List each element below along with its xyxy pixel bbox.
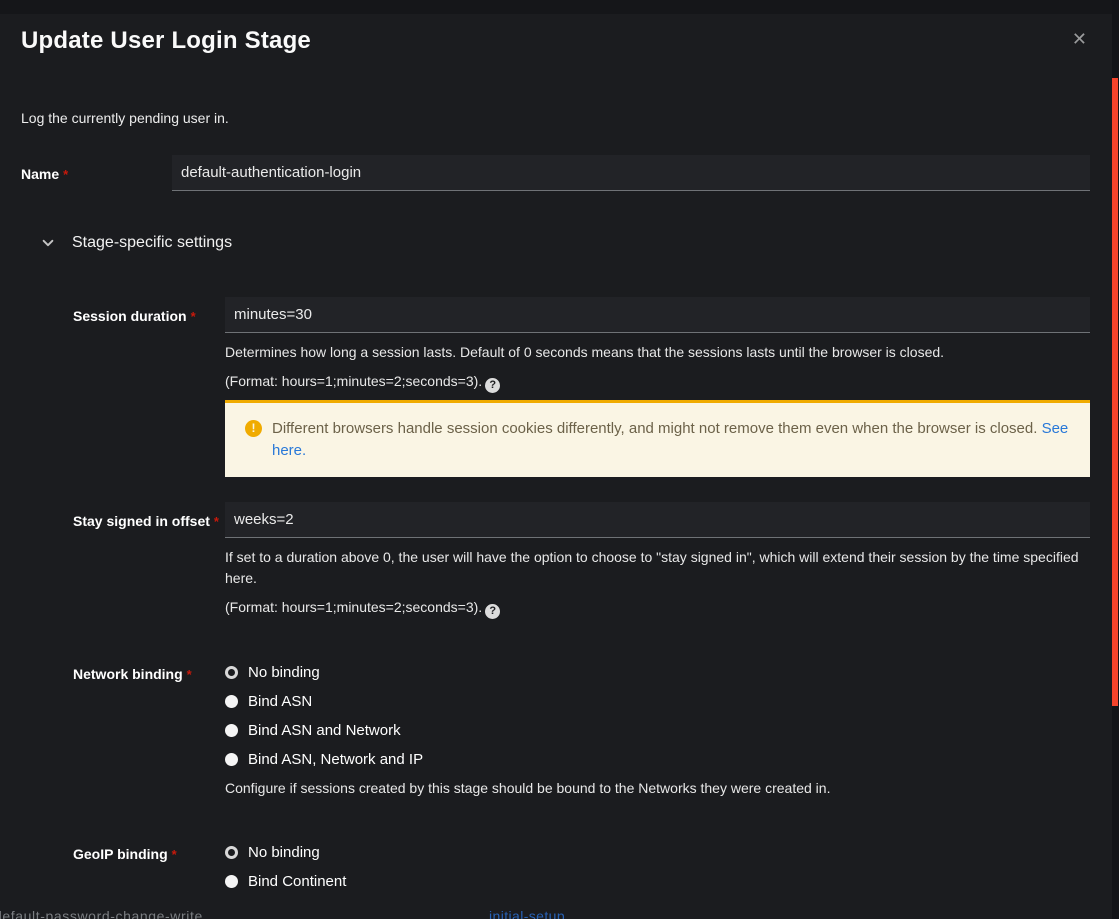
- radio-selected-icon[interactable]: [225, 846, 238, 859]
- stay-signed-in-offset-format-help: (Format: hours=1;minutes=2;seconds=3).?: [225, 597, 1090, 619]
- radio-bind-asn-network[interactable]: Bind ASN and Network: [225, 716, 1090, 745]
- question-circle-icon[interactable]: ?: [485, 604, 501, 619]
- radio-bind-asn-network-ip[interactable]: Bind ASN, Network and IP: [225, 745, 1090, 774]
- radio-selected-icon[interactable]: [225, 666, 238, 679]
- geoip-binding-row: GeoIP binding * No binding Bind Continent: [73, 835, 1090, 896]
- required-marker: *: [63, 167, 69, 182]
- session-duration-help: Determines how long a session lasts. Def…: [225, 344, 945, 360]
- required-marker: *: [190, 309, 196, 324]
- geoip-binding-label: GeoIP binding *: [73, 846, 177, 862]
- scrollbar-thumb[interactable]: [1112, 78, 1118, 706]
- background-row-text: default-password-change-write: [0, 908, 203, 919]
- radio-geoip-no-binding[interactable]: No binding: [225, 838, 1090, 867]
- update-user-login-stage-modal: Update User Login Stage ✕ Log the curren…: [0, 0, 1119, 919]
- required-marker: *: [213, 514, 219, 529]
- background-row-link: initial-setup: [489, 908, 566, 919]
- page-title: Update User Login Stage: [21, 27, 311, 54]
- name-field-wrap: [172, 155, 1090, 191]
- chevron-down-icon: [42, 239, 54, 247]
- network-binding-label: Network binding *: [73, 666, 192, 682]
- session-duration-format-help: (Format: hours=1;minutes=2;seconds=3).?: [225, 371, 1090, 393]
- session-duration-row: Session duration* Determines how long a …: [73, 297, 1090, 477]
- warning-alert-text: Different browsers handle session cookie…: [272, 420, 1069, 459]
- network-binding-row: Network binding * No binding Bind ASN Bin…: [73, 655, 1090, 798]
- name-row: Name *: [21, 155, 1090, 191]
- radio-unselected-icon[interactable]: [225, 875, 238, 888]
- network-binding-help: Configure if sessions created by this st…: [225, 780, 831, 796]
- modal-header: Update User Login Stage ✕: [0, 0, 1119, 55]
- session-duration-input[interactable]: [225, 297, 1090, 333]
- radio-unselected-icon[interactable]: [225, 724, 238, 737]
- question-circle-icon[interactable]: ?: [485, 378, 501, 393]
- stay-signed-in-offset-row: Stay signed in offset* If set to a durat…: [73, 502, 1090, 619]
- required-marker: *: [186, 667, 192, 682]
- required-marker: *: [171, 847, 177, 862]
- session-duration-field: Determines how long a session lasts. Def…: [225, 297, 1090, 477]
- stay-signed-in-offset-field: If set to a duration above 0, the user w…: [225, 502, 1090, 619]
- radio-bind-continent[interactable]: Bind Continent: [225, 867, 1090, 896]
- stage-form: Name* Stage-specific settings Session du…: [0, 155, 1119, 896]
- stay-signed-in-offset-label: Stay signed in offset *: [73, 513, 219, 529]
- name-label: Name *: [21, 166, 69, 182]
- exclamation-circle-icon: !: [245, 420, 262, 437]
- network-binding-field: No binding Bind ASN Bind ASN and Network…: [225, 655, 1090, 798]
- background-page-row: default-password-change-write initial-se…: [0, 908, 1105, 919]
- section-title: Stage-specific settings: [72, 234, 233, 251]
- radio-unselected-icon[interactable]: [225, 695, 238, 708]
- radio-unselected-icon[interactable]: [225, 753, 238, 766]
- name-input[interactable]: [172, 155, 1090, 191]
- geoip-binding-field: No binding Bind Continent: [225, 835, 1090, 896]
- stay-signed-in-offset-input[interactable]: [225, 502, 1090, 538]
- radio-bind-asn[interactable]: Bind ASN: [225, 687, 1090, 716]
- close-icon[interactable]: ✕: [1072, 30, 1087, 48]
- section-stage-specific-settings[interactable]: Stage-specific settings: [21, 234, 1090, 252]
- stay-signed-in-offset-help: If set to a duration above 0, the user w…: [225, 549, 1079, 586]
- stage-description: Log the currently pending user in.: [21, 110, 229, 126]
- section-body: Session duration* Determines how long a …: [73, 297, 1090, 896]
- radio-no-binding[interactable]: No binding: [225, 658, 1090, 687]
- session-duration-label: Session duration *: [73, 308, 196, 324]
- warning-alert: ! Different browsers handle session cook…: [225, 400, 1090, 477]
